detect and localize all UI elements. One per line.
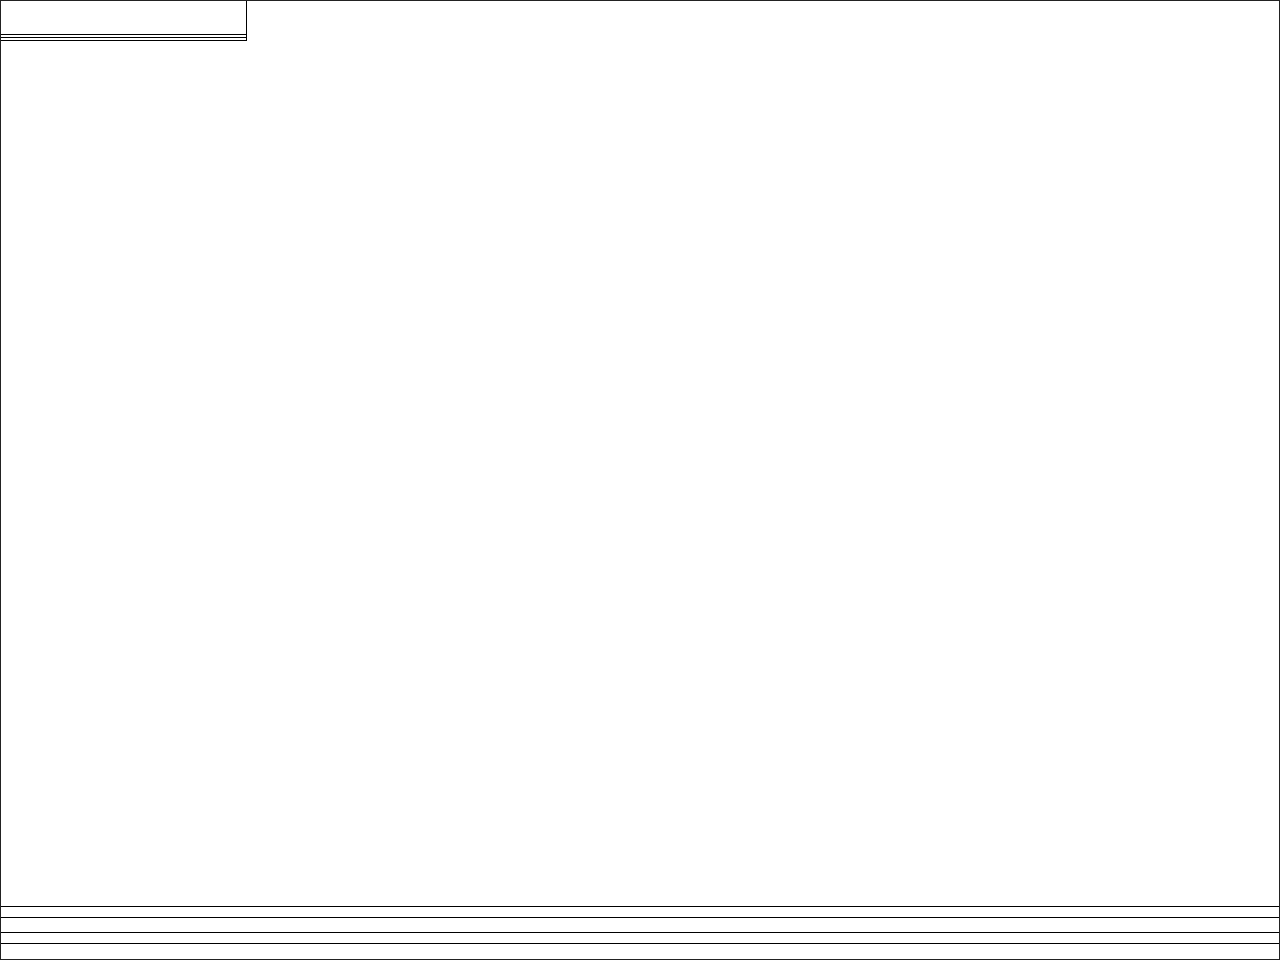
rain-scale-bar [1, 932, 1279, 944]
snow-scale-labels [1, 918, 1279, 932]
color-scales [1, 906, 1279, 958]
valid-time [1, 36, 246, 40]
weather-map [1, 1, 1280, 906]
weather-map-page [0, 0, 1280, 960]
map-title-text [1, 1, 246, 34]
rain-scale-labels [1, 944, 1279, 958]
snow-scale-bar [1, 906, 1279, 918]
map-title-box [1, 1, 247, 41]
